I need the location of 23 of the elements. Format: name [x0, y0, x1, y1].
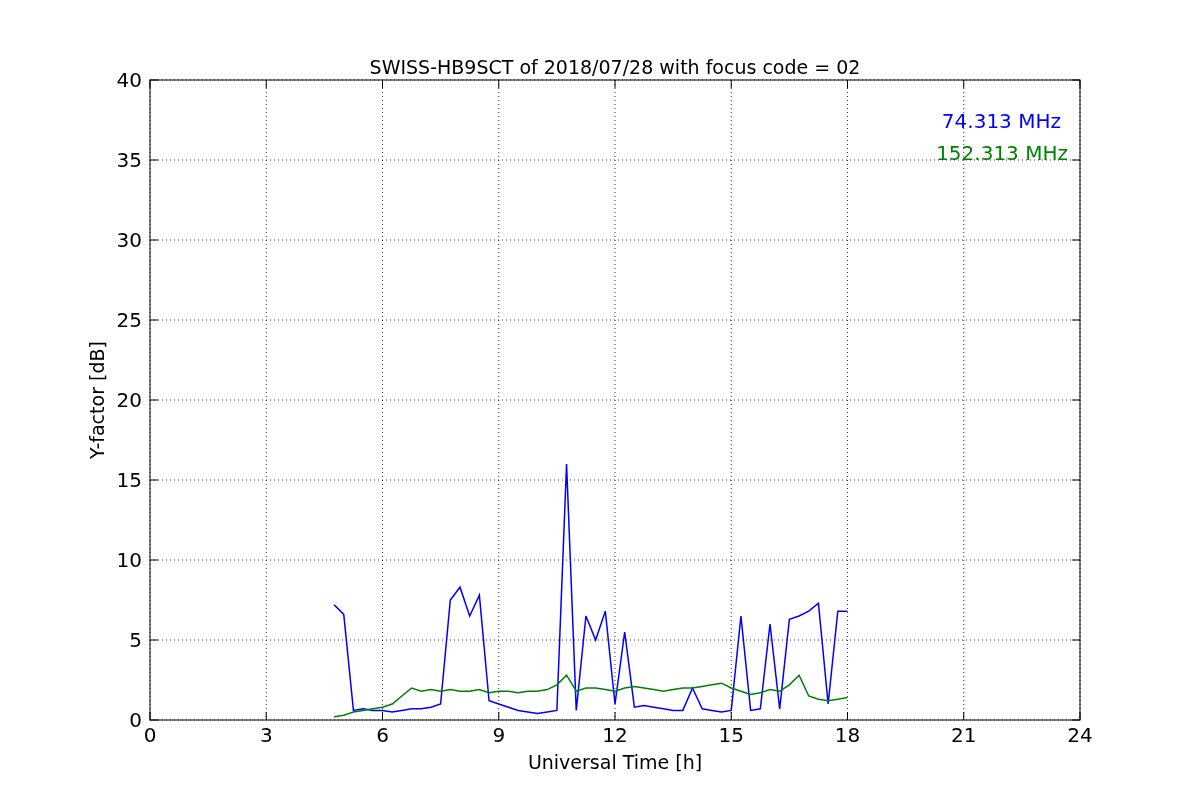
y-tick-label: 20	[116, 388, 142, 412]
legend-label: 74.313 MHz	[941, 109, 1061, 133]
y-tick-label: 15	[116, 468, 142, 492]
y-tick-label: 0	[129, 708, 142, 732]
x-tick-label: 0	[143, 723, 157, 747]
legend-label: 152.313 MHz	[936, 141, 1068, 165]
y-tick-label: 30	[116, 228, 142, 252]
y-tick-label: 40	[116, 68, 142, 92]
x-tick-label: 6	[376, 723, 389, 747]
y-tick-label: 10	[116, 548, 142, 572]
x-tick-label: 9	[492, 723, 506, 747]
y-tick-label: 5	[129, 628, 142, 652]
x-tick-label: 12	[602, 723, 628, 747]
x-tick-label: 3	[259, 723, 273, 747]
y-axis-label: Y-factor [dB]	[86, 341, 108, 459]
y-tick-label: 35	[116, 148, 142, 172]
x-tick-label: 24	[1067, 723, 1093, 747]
x-tick-label: 18	[834, 723, 861, 747]
x-tick-label: 15	[718, 723, 744, 747]
x-axis-label: Universal Time [h]	[527, 751, 703, 773]
chart-title: SWISS-HB9SCT of 2018/07/28 with focus code = 02	[369, 56, 861, 78]
x-tick-label: 21	[951, 723, 977, 747]
y-tick-label: 25	[116, 308, 142, 332]
